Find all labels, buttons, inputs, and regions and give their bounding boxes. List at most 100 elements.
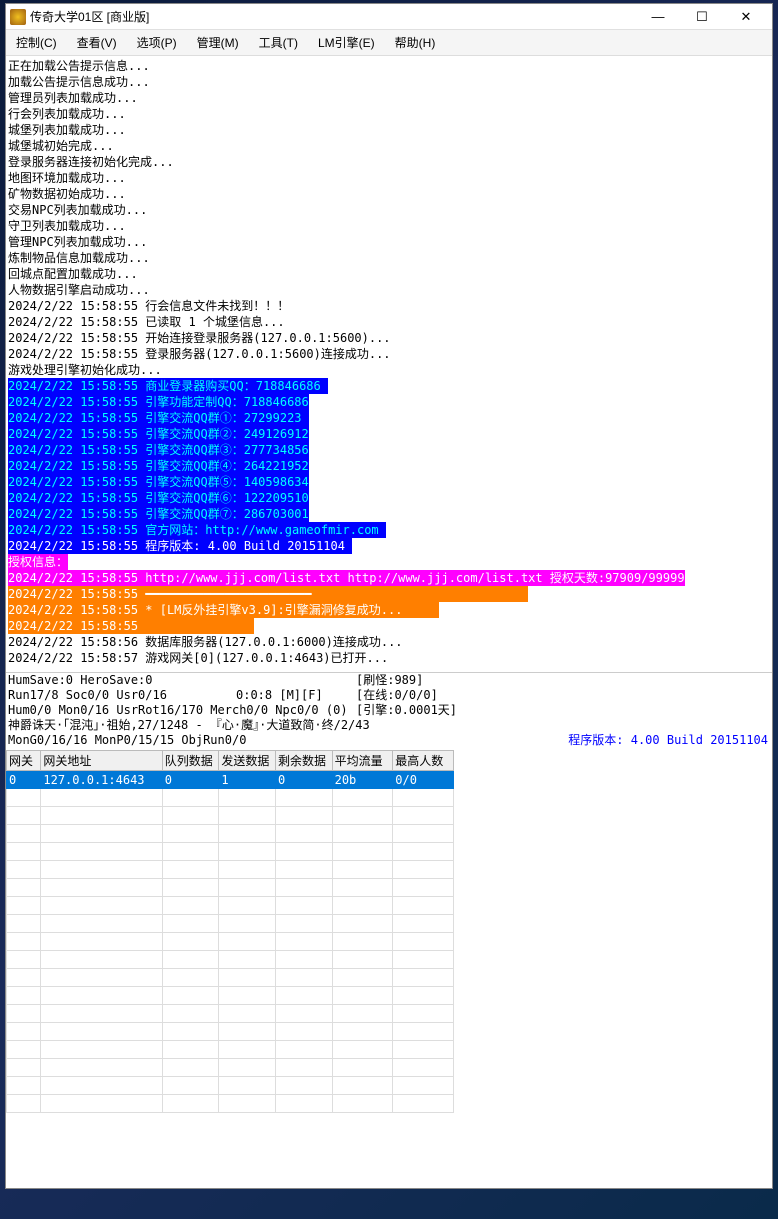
table-cell bbox=[162, 879, 219, 897]
table-row[interactable] bbox=[7, 1059, 454, 1077]
table-row[interactable]: 0127.0.0.1:464301020b0/0 bbox=[7, 771, 454, 789]
table-cell bbox=[332, 933, 393, 951]
menu-help[interactable]: 帮助(H) bbox=[389, 32, 442, 53]
status-mong: MonG0/16/16 MonP0/15/15 ObjRun0/0 bbox=[8, 733, 246, 748]
table-row[interactable] bbox=[7, 969, 454, 987]
table-cell bbox=[393, 861, 454, 879]
table-row[interactable] bbox=[7, 825, 454, 843]
table-cell bbox=[41, 897, 162, 915]
gateway-table-area: 网关网关地址队列数据发送数据剩余数据平均流量最高人数 0127.0.0.1:46… bbox=[6, 750, 772, 1188]
table-cell bbox=[393, 825, 454, 843]
table-cell bbox=[7, 987, 41, 1005]
maximize-button[interactable]: ☐ bbox=[680, 6, 724, 28]
table-cell bbox=[7, 951, 41, 969]
minimize-button[interactable]: — bbox=[636, 6, 680, 28]
menu-control[interactable]: 控制(C) bbox=[10, 32, 63, 53]
table-cell bbox=[275, 1041, 332, 1059]
table-cell bbox=[275, 843, 332, 861]
table-cell bbox=[162, 1077, 219, 1095]
titlebar[interactable]: 传奇大学01区 [商业版] — ☐ ✕ bbox=[6, 4, 772, 30]
table-row[interactable] bbox=[7, 933, 454, 951]
table-cell bbox=[41, 1077, 162, 1095]
menu-view[interactable]: 查看(V) bbox=[71, 32, 123, 53]
log-line: 2024/2/22 15:58:55 引擎交流QQ群②：249126912 bbox=[8, 426, 770, 442]
table-cell bbox=[393, 969, 454, 987]
menu-manage[interactable]: 管理(M) bbox=[191, 32, 245, 53]
log-area[interactable]: 正在加载公告提示信息...加载公告提示信息成功...管理员列表加载成功...行会… bbox=[6, 56, 772, 672]
table-row[interactable] bbox=[7, 861, 454, 879]
log-line: 2024/2/22 15:58:55 http://www.jjj.com/li… bbox=[8, 570, 770, 586]
table-row[interactable] bbox=[7, 879, 454, 897]
table-cell bbox=[275, 861, 332, 879]
log-line: 2024/2/22 15:58:55 官方网站：http://www.gameo… bbox=[8, 522, 770, 538]
table-row[interactable] bbox=[7, 1077, 454, 1095]
table-row[interactable] bbox=[7, 1023, 454, 1041]
table-cell bbox=[7, 807, 41, 825]
table-cell bbox=[162, 1095, 219, 1113]
table-cell bbox=[219, 843, 276, 861]
table-row[interactable] bbox=[7, 987, 454, 1005]
table-cell bbox=[275, 1095, 332, 1113]
table-row[interactable] bbox=[7, 1041, 454, 1059]
table-row[interactable] bbox=[7, 915, 454, 933]
log-line: 2024/2/22 15:58:55 商业登录器购买QQ：718846686 bbox=[8, 378, 770, 394]
table-cell bbox=[393, 1095, 454, 1113]
status-humsave: HumSave:0 HeroSave:0 bbox=[8, 673, 153, 688]
table-cell bbox=[219, 951, 276, 969]
table-cell bbox=[275, 879, 332, 897]
table-cell bbox=[332, 1023, 393, 1041]
table-cell bbox=[332, 951, 393, 969]
table-header[interactable]: 网关 bbox=[7, 751, 41, 771]
menu-tools[interactable]: 工具(T) bbox=[253, 32, 304, 53]
gateway-table[interactable]: 网关网关地址队列数据发送数据剩余数据平均流量最高人数 0127.0.0.1:46… bbox=[6, 750, 454, 1113]
table-cell bbox=[41, 915, 162, 933]
table-cell bbox=[219, 1077, 276, 1095]
table-header[interactable]: 剩余数据 bbox=[275, 751, 332, 771]
table-cell bbox=[162, 1059, 219, 1077]
table-cell bbox=[219, 825, 276, 843]
table-cell bbox=[162, 897, 219, 915]
table-header[interactable]: 最高人数 bbox=[393, 751, 454, 771]
table-cell bbox=[393, 951, 454, 969]
log-line: 2024/2/22 15:58:55 已读取 1 个城堡信息... bbox=[8, 314, 770, 330]
table-row[interactable] bbox=[7, 951, 454, 969]
table-row[interactable] bbox=[7, 1095, 454, 1113]
menu-engine[interactable]: LM引擎(E) bbox=[312, 32, 381, 53]
table-cell bbox=[275, 951, 332, 969]
table-row[interactable] bbox=[7, 807, 454, 825]
table-cell bbox=[162, 1023, 219, 1041]
table-row[interactable] bbox=[7, 897, 454, 915]
table-cell bbox=[162, 843, 219, 861]
log-line: 2024/2/22 15:58:55 程序版本: 4.00 Build 2015… bbox=[8, 538, 770, 554]
status-time: 0:0:8 [M][F] bbox=[236, 688, 323, 703]
table-row[interactable] bbox=[7, 1005, 454, 1023]
table-cell bbox=[275, 1023, 332, 1041]
log-line: 管理员列表加载成功... bbox=[8, 90, 770, 106]
table-row[interactable] bbox=[7, 843, 454, 861]
table-cell bbox=[41, 951, 162, 969]
table-cell bbox=[162, 915, 219, 933]
table-cell bbox=[332, 789, 393, 807]
log-line: 城堡列表加载成功... bbox=[8, 122, 770, 138]
table-header[interactable]: 网关地址 bbox=[41, 751, 162, 771]
log-line: 2024/2/22 15:58:55 引擎交流QQ群④：264221952 bbox=[8, 458, 770, 474]
log-line: 人物数据引擎启动成功... bbox=[8, 282, 770, 298]
table-cell bbox=[162, 987, 219, 1005]
table-cell bbox=[332, 1041, 393, 1059]
table-row[interactable] bbox=[7, 789, 454, 807]
log-line: 回城点配置加载成功... bbox=[8, 266, 770, 282]
table-cell bbox=[7, 1077, 41, 1095]
close-button[interactable]: ✕ bbox=[724, 6, 768, 28]
table-header[interactable]: 平均流量 bbox=[332, 751, 393, 771]
table-cell bbox=[275, 1059, 332, 1077]
menu-options[interactable]: 选项(P) bbox=[131, 32, 183, 53]
log-line: 2024/2/22 15:58:55 引擎交流QQ群⑦：286703001 bbox=[8, 506, 770, 522]
table-cell bbox=[162, 1005, 219, 1023]
window-controls: — ☐ ✕ bbox=[636, 6, 768, 28]
status-run: Run17/8 Soc0/0 Usr0/16 bbox=[8, 688, 167, 703]
log-line: 2024/2/22 15:58:55 引擎交流QQ群③：277734856 bbox=[8, 442, 770, 458]
table-header[interactable]: 发送数据 bbox=[219, 751, 276, 771]
log-line: 登录服务器连接初始化完成... bbox=[8, 154, 770, 170]
log-line: 2024/2/22 15:58:55 ━━━━━━━━━━━━━━━━━━━━━… bbox=[8, 586, 770, 602]
table-header[interactable]: 队列数据 bbox=[162, 751, 219, 771]
